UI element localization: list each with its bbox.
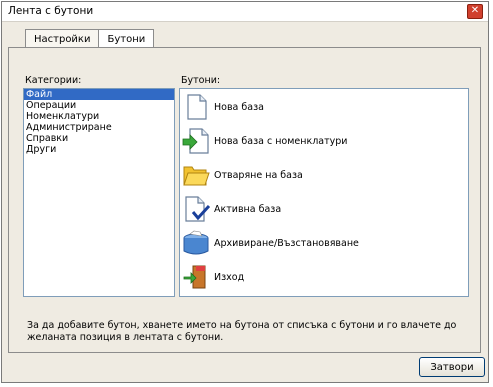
category-item[interactable]: Номенклатури (24, 111, 174, 122)
buttons-label: Бутони: (181, 75, 221, 86)
category-item[interactable]: Файл (24, 89, 174, 100)
window-title: Лента с бутони (8, 5, 94, 17)
close-button[interactable]: Затвори (419, 357, 485, 377)
buttons-list[interactable]: Нова база Нова база с номенклатури Отвар… (179, 88, 469, 297)
category-item[interactable]: Операции (24, 100, 174, 111)
category-item[interactable]: Справки (24, 133, 174, 144)
button-item-archive-restore[interactable]: Архивиране/Възстановяване (182, 228, 359, 258)
category-item[interactable]: Други (24, 144, 174, 155)
button-item-label: Отваряне на база (214, 169, 303, 181)
new-document-icon (187, 94, 207, 120)
title-bar: Лента с бутони ✕ (2, 2, 488, 22)
button-item-label: Архивиране/Възстановяване (214, 237, 359, 249)
button-item-new-base-nomenclatures[interactable]: Нова база с номенклатури (182, 126, 347, 156)
button-item-active-base[interactable]: Активна база (182, 194, 281, 224)
tab-strip: Настройки Бутони (25, 29, 155, 48)
button-item-label: Изход (214, 271, 245, 283)
category-item[interactable]: Администриране (24, 122, 174, 133)
archive-box-icon (183, 230, 209, 255)
button-item-label: Нова база (214, 101, 264, 113)
categories-list[interactable]: Файл Операции Номенклатури Администриран… (23, 88, 175, 297)
button-item-open-base[interactable]: Отваряне на база (182, 160, 303, 190)
close-icon[interactable]: ✕ (467, 4, 483, 19)
exit-door-icon (183, 265, 206, 289)
tab-settings[interactable]: Настройки (25, 29, 100, 48)
button-item-new-base[interactable]: Нова база (182, 92, 264, 122)
button-item-label: Активна база (214, 203, 282, 215)
button-item-exit[interactable]: Изход (182, 262, 244, 292)
hint-text: За да добавите бутон, хванете името на б… (27, 320, 457, 343)
button-item-label: Нова база с номенклатури (214, 135, 348, 147)
new-document-arrow-icon (182, 128, 209, 154)
categories-label: Категории: (25, 75, 82, 86)
folder-icon (183, 166, 210, 186)
document-check-icon (185, 196, 210, 222)
tab-buttons[interactable]: Бутони (98, 29, 155, 48)
